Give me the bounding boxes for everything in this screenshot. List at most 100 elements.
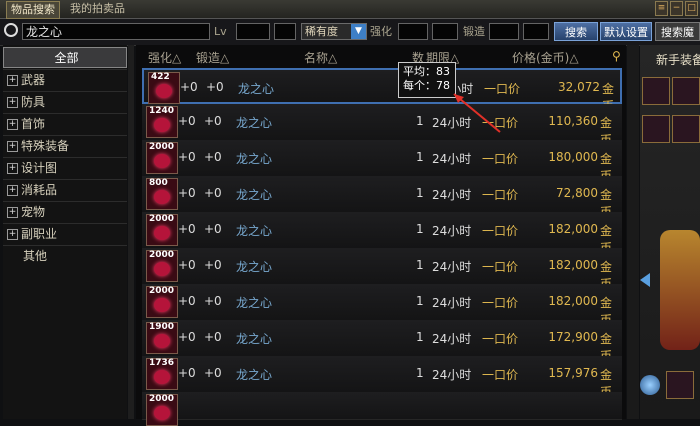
equipment-slot[interactable] <box>666 371 694 399</box>
enhance-value: +0 <box>178 330 196 344</box>
enhance-input[interactable] <box>398 23 428 40</box>
col-enhance[interactable]: 强化△ <box>148 49 181 66</box>
sidebar-item-blueprint[interactable]: + 设计图 <box>3 157 127 179</box>
dragon-heart-icon <box>154 154 170 168</box>
enhance-value: +0 <box>178 186 196 200</box>
search-icon[interactable] <box>4 23 18 37</box>
level-min-input[interactable] <box>236 23 270 40</box>
item-icon[interactable]: 2000 <box>146 142 178 174</box>
item-name-input[interactable]: 龙之心 <box>22 23 210 40</box>
expand-icon[interactable]: + <box>7 163 18 174</box>
item-icon[interactable]: 1240 <box>146 106 178 138</box>
window-tabbar: 物品搜索 我的拍卖品 ≡ − □ <box>0 0 700 19</box>
item-icon[interactable]: 2000 <box>146 286 178 318</box>
expand-icon[interactable]: + <box>7 141 18 152</box>
tooltip-avg-label: 平均： <box>403 65 436 78</box>
rarity-select[interactable]: 稀有度 ▼ <box>301 23 367 40</box>
table-row[interactable]: 800 +0 +0 龙之心 1 24小时 一口价 72,800 金币 <box>142 176 622 219</box>
tooltip-each-value: 78 <box>436 79 450 92</box>
buy-type: 一口价 <box>482 188 519 202</box>
search-button[interactable]: 搜索 <box>554 22 598 41</box>
sidebar-scrollbar[interactable] <box>128 45 134 419</box>
sidebar-item-label: 特殊装备 <box>21 139 70 153</box>
col-name[interactable]: 名称△ <box>304 49 337 66</box>
category-sidebar: 全部 + 武器 + 防具 + 首饰 + 特殊装备 + 设计图 + 消耗品 + 宠物 + 副职业 … <box>3 45 127 419</box>
sidebar-item-label: 其他 <box>23 249 48 263</box>
count-value: 1 <box>416 294 424 308</box>
expand-icon[interactable]: + <box>7 207 18 218</box>
sidebar-item-consumable[interactable]: + 消耗品 <box>3 179 127 201</box>
enhance-value: +0 <box>180 80 198 94</box>
table-row[interactable]: 2000 +0 +0 龙之心 1 24小时 一口价 182,000 金币 <box>142 248 622 291</box>
sidebar-item-subjob[interactable]: + 副职业 <box>3 223 127 245</box>
enhance-value: +0 <box>178 114 196 128</box>
default-settings-button[interactable]: 默认设置 <box>600 22 652 41</box>
enhance-max-input[interactable] <box>432 23 458 40</box>
table-row[interactable]: 2000 +0 +0 龙之心 1 24小时 一口价 180,000 金币 <box>142 140 622 183</box>
enhance-label: 强化 <box>370 25 392 38</box>
expand-icon[interactable]: + <box>7 185 18 196</box>
price-value: 32,072 <box>558 80 600 94</box>
equipment-slot[interactable] <box>642 115 670 143</box>
dragon-heart-icon <box>154 334 170 348</box>
item-icon[interactable]: 1736 <box>146 358 178 390</box>
item-icon[interactable]: 2000 <box>146 214 178 246</box>
item-icon[interactable]: 1900 <box>146 322 178 354</box>
forge-max-input[interactable] <box>523 23 549 40</box>
item-name: 龙之心 <box>236 224 273 238</box>
stack-count: 2000 <box>149 394 175 404</box>
beginner-equipment-panel: 新手装备 <box>640 45 700 419</box>
window-controls: ≡ − □ <box>655 1 698 16</box>
level-max-input[interactable] <box>274 23 296 40</box>
count-value: 1 <box>416 330 424 344</box>
sidebar-item-other[interactable]: 其他 <box>3 245 127 266</box>
expand-icon[interactable]: + <box>7 229 18 240</box>
item-icon[interactable]: 800 <box>146 178 178 210</box>
forge-value: +0 <box>204 186 222 200</box>
table-row[interactable]: 1736 +0 +0 龙之心 1 24小时 一口价 157,976 金币 <box>142 356 622 399</box>
col-forge[interactable]: 锻造△ <box>196 49 229 66</box>
table-row[interactable]: 2000 +0 +0 龙之心 1 24小时 一口价 182,000 金币 <box>142 212 622 255</box>
dragon-heart-icon <box>154 370 170 384</box>
expand-icon[interactable]: + <box>7 119 18 130</box>
sidebar-item-weapon[interactable]: + 武器 <box>3 69 127 91</box>
results-scrollbar[interactable] <box>627 45 639 419</box>
table-row[interactable]: 2000 <box>142 392 622 426</box>
right-search-button[interactable]: 搜索魔 <box>655 22 700 41</box>
item-name: 龙之心 <box>238 82 275 96</box>
equipment-slot[interactable] <box>672 115 700 143</box>
sidebar-item-armor[interactable]: + 防具 <box>3 91 127 113</box>
orb-icon[interactable] <box>640 375 660 395</box>
sidebar-item-pet[interactable]: + 宠物 <box>3 201 127 223</box>
sidebar-item-accessory[interactable]: + 首饰 <box>3 113 127 135</box>
table-row[interactable]: 2000 +0 +0 龙之心 1 24小时 一口价 182,000 金币 <box>142 284 622 327</box>
pin-icon[interactable]: ⚲ <box>612 49 621 63</box>
item-name: 龙之心 <box>236 188 273 202</box>
restore-icon[interactable]: □ <box>685 1 698 16</box>
time-value: 24小时 <box>432 224 472 238</box>
forge-input[interactable] <box>489 23 519 40</box>
tab-my-auctions[interactable]: 我的拍卖品 <box>66 1 129 17</box>
menu-icon[interactable]: ≡ <box>655 1 668 16</box>
table-row[interactable]: 1240 +0 +0 龙之心 1 24小时 一口价 110,360 金币 <box>142 104 622 147</box>
minimize-icon[interactable]: − <box>670 1 683 16</box>
col-price[interactable]: 价格(金币)△ <box>512 49 579 66</box>
arrow-left-icon[interactable] <box>640 273 650 287</box>
sidebar-item-all[interactable]: 全部 <box>3 47 127 68</box>
item-icon[interactable]: 422 <box>148 72 180 104</box>
item-icon[interactable]: 2000 <box>146 394 178 426</box>
equipment-slot[interactable] <box>642 77 670 105</box>
buy-type: 一口价 <box>482 152 519 166</box>
tab-item-search[interactable]: 物品搜索 <box>6 1 60 19</box>
forge-value: +0 <box>204 258 222 272</box>
table-row[interactable]: 422 +0 +0 龙之心 1 24小时 一口价 32,072 金币 <box>142 68 622 113</box>
item-icon[interactable]: 2000 <box>146 250 178 282</box>
equipment-slot[interactable] <box>672 77 700 105</box>
table-row[interactable]: 1900 +0 +0 龙之心 1 24小时 一口价 172,900 金币 <box>142 320 622 363</box>
sidebar-item-special[interactable]: + 特殊装备 <box>3 135 127 157</box>
time-value: 24小时 <box>432 260 472 274</box>
dragon-heart-icon <box>154 298 170 312</box>
expand-icon[interactable]: + <box>7 97 18 108</box>
expand-icon[interactable]: + <box>7 75 18 86</box>
dragon-heart-icon <box>154 406 170 420</box>
